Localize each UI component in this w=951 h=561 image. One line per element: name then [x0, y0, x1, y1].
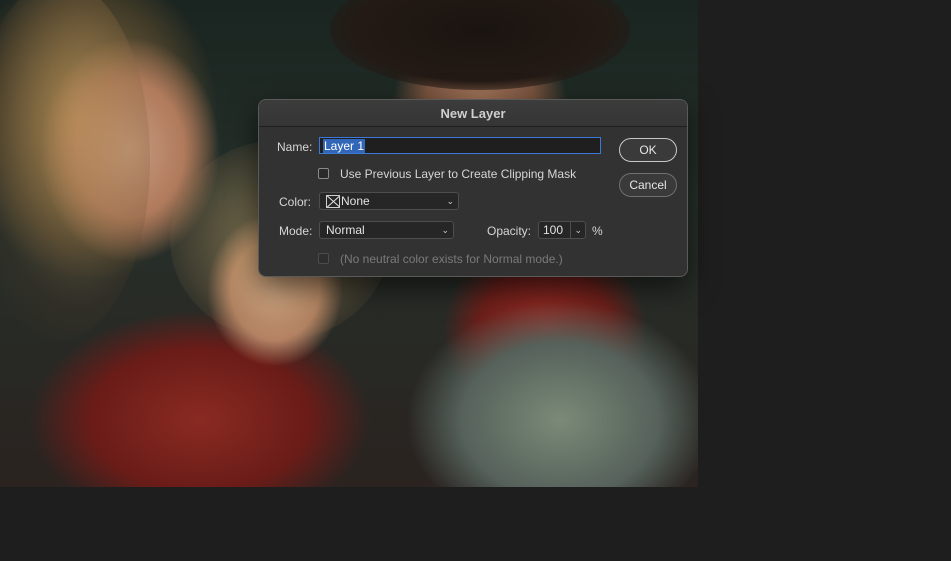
chevron-down-icon[interactable]: ⌄	[570, 222, 582, 238]
neutral-color-label: (No neutral color exists for Normal mode…	[340, 252, 563, 266]
opacity-input[interactable]: 100 ⌄	[538, 221, 586, 239]
color-label: Color:	[279, 195, 312, 209]
dialog-title: New Layer	[440, 105, 506, 121]
opacity-unit: %	[592, 224, 603, 238]
no-color-swatch-icon	[326, 194, 340, 208]
clipping-mask-checkbox[interactable]	[318, 168, 329, 179]
neutral-color-checkbox[interactable]	[318, 253, 329, 264]
name-label: Name:	[277, 140, 313, 154]
color-value: None	[341, 194, 370, 208]
mode-label: Mode:	[279, 224, 313, 238]
photo-detail	[330, 0, 630, 90]
layer-name-input[interactable]: Layer 1	[319, 137, 601, 154]
opacity-label: Opacity:	[487, 224, 532, 238]
ok-button[interactable]: OK	[619, 138, 677, 162]
blend-mode-select[interactable]: Normal ⌄	[319, 221, 454, 239]
chevron-down-icon: ⌄	[441, 224, 449, 235]
photo-detail	[0, 0, 150, 340]
chevron-down-icon: ⌄	[446, 195, 454, 206]
clipping-mask-label[interactable]: Use Previous Layer to Create Clipping Ma…	[340, 167, 576, 181]
new-layer-dialog: New Layer Name: Layer 1 Use Previous Lay…	[258, 99, 688, 277]
mode-value: Normal	[326, 223, 365, 237]
dialog-titlebar[interactable]: New Layer	[259, 100, 687, 127]
color-select[interactable]: None ⌄	[319, 192, 459, 210]
opacity-value: 100	[543, 223, 564, 237]
workspace: New Layer Name: Layer 1 Use Previous Lay…	[0, 0, 951, 561]
layer-name-value: Layer 1	[323, 138, 366, 153]
cancel-button[interactable]: Cancel	[619, 173, 677, 197]
